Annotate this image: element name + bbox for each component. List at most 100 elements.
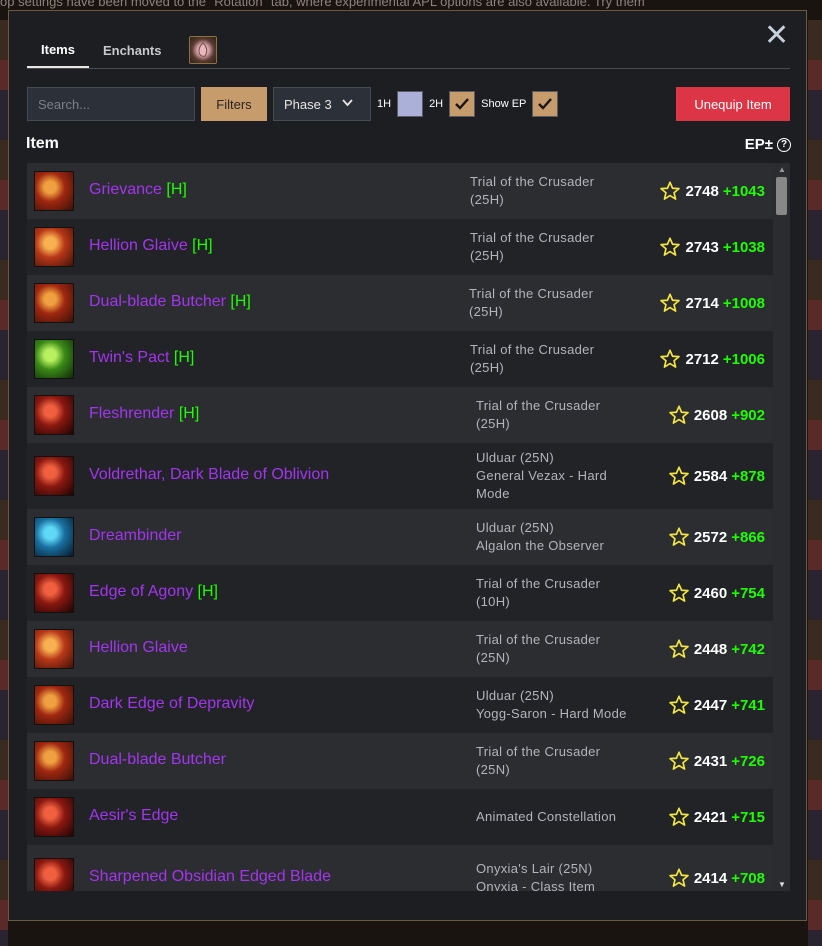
favorite-star-icon[interactable] (668, 404, 690, 426)
item-name-link[interactable]: Edge of Agony [H] (89, 583, 218, 601)
item-ep-delta: +742 (731, 640, 765, 658)
item-row[interactable]: Dual-blade Butcher Trial of the Crusader (… (27, 733, 773, 789)
phase-select-value: Phase 3 (284, 96, 332, 112)
blade-icon (34, 339, 74, 379)
item-ep-value: 2448 (693, 640, 728, 658)
show-ep-checkbox[interactable] (532, 91, 559, 117)
item-source-line: (25N) (476, 650, 511, 665)
item-name-link[interactable]: Dark Edge of Depravity (89, 695, 254, 713)
item-name-link[interactable]: Twin's Pact [H] (89, 349, 194, 367)
item-name-link[interactable]: Dual-blade Butcher [H] (89, 293, 251, 311)
item-ep: 2748 +1043 (659, 180, 765, 202)
item-row[interactable]: Twin's Pact [H] Trial of the Crusader (25H… (27, 331, 773, 387)
ep-header-label: EP± (744, 136, 773, 153)
item-source-line: Trial of the Crusader (476, 576, 601, 591)
item-ep: 2447 +741 (668, 694, 765, 716)
ep-column-header[interactable]: EP± ? (745, 136, 791, 153)
item-row[interactable]: Grievance [H] Trial of the Crusader (25H) 2… (27, 163, 773, 219)
item-source-line: Onyxia - Class Item (476, 879, 596, 891)
item-source-line: Trial of the Crusader (476, 744, 601, 759)
background-right-strip (808, 20, 822, 946)
item-row[interactable]: Hellion Glaive Trial of the Crusader (25N)… (27, 621, 773, 677)
favorite-star-icon[interactable] (659, 292, 681, 314)
item-source: Ulduar (25N) General Vezax - Hard Mode (476, 449, 607, 503)
one-hand-label: 1H (377, 98, 392, 110)
favorite-star-icon[interactable] (668, 526, 690, 548)
axe-icon (34, 171, 74, 211)
polearm-icon (34, 629, 74, 669)
item-name-link[interactable]: Aesir's Edge (89, 807, 178, 825)
sword-icon (34, 456, 74, 496)
favorite-star-icon[interactable] (668, 867, 690, 889)
item-ep-value: 2431 (693, 752, 728, 770)
unequip-item-button[interactable]: Unequip Item (676, 87, 790, 121)
item-source: Animated Constellation (476, 808, 616, 826)
item-ep-value: 2421 (693, 808, 728, 826)
item-name-link[interactable]: Grievance [H] (89, 181, 187, 199)
item-name-link[interactable]: Hellion Glaive (89, 639, 188, 657)
polearm-icon (34, 227, 74, 267)
item-ep: 2421 +715 (668, 806, 765, 828)
item-name: Fleshrender (89, 405, 175, 422)
item-ep-delta: +1043 (722, 182, 765, 200)
item-name-link[interactable]: Hellion Glaive [H] (89, 237, 213, 255)
favorite-star-icon[interactable] (659, 180, 681, 202)
item-name-link[interactable]: Fleshrender [H] (89, 405, 199, 423)
item-ep: 2448 +742 (668, 638, 765, 660)
item-row[interactable]: Sharpened Obsidian Edged Blade Onyxia's L… (27, 845, 773, 891)
favorite-star-icon[interactable] (668, 806, 690, 828)
item-ep-delta: +708 (731, 869, 765, 887)
tab-enchants[interactable]: Enchants (89, 33, 176, 68)
item-ep-delta: +1008 (722, 294, 765, 312)
favorite-star-icon[interactable] (659, 348, 681, 370)
close-icon[interactable]: ✕ (764, 21, 789, 51)
item-row[interactable]: Dark Edge of Depravity Ulduar (25N) Yogg-S… (27, 677, 773, 733)
scrollbar-thumb[interactable] (776, 177, 787, 215)
tab-bar: Items Enchants (27, 33, 790, 69)
list-scrollbar[interactable]: ▲ ▼ (773, 163, 790, 891)
scroll-down-icon[interactable]: ▼ (778, 880, 786, 889)
item-row[interactable]: Dreambinder Ulduar (25N) Algalon the Obser… (27, 509, 773, 565)
one-hand-checkbox[interactable] (397, 91, 424, 117)
list-header: Item EP± ? (26, 135, 791, 157)
item-source-line: Trial of the Crusader (476, 632, 601, 647)
search-input[interactable] (27, 87, 195, 121)
item-row[interactable]: Voldrethar, Dark Blade of Oblivion Ulduar… (27, 443, 773, 509)
phase-select[interactable]: Phase 3 (273, 87, 371, 121)
item-name-link[interactable]: Voldrethar, Dark Blade of Oblivion (89, 466, 329, 484)
item-row[interactable]: Hellion Glaive [H] Trial of the Crusader (… (27, 219, 773, 275)
sword-icon (34, 573, 74, 613)
item-ep-value: 2584 (693, 467, 728, 485)
favorite-star-icon[interactable] (668, 638, 690, 660)
favorite-star-icon[interactable] (668, 582, 690, 604)
tab-items[interactable]: Items (27, 33, 89, 68)
favorite-star-icon[interactable] (659, 236, 681, 258)
item-row[interactable]: Fleshrender [H] Trial of the Crusader (25H… (27, 387, 773, 443)
gem-icon[interactable] (189, 36, 218, 64)
item-name-link[interactable]: Dreambinder (89, 527, 181, 545)
checkmark-icon (538, 98, 553, 110)
favorite-star-icon[interactable] (668, 465, 690, 487)
item-ep-value: 2712 (685, 350, 719, 368)
heroic-tag: [H] (166, 181, 187, 198)
two-hand-label: 2H (429, 98, 444, 110)
item-row[interactable]: Dual-blade Butcher [H] Trial of the Crusa… (27, 275, 773, 331)
favorite-star-icon[interactable] (668, 750, 690, 772)
filters-button[interactable]: Filters (201, 87, 267, 121)
item-row[interactable]: Edge of Agony [H] Trial of the Crusader (1… (27, 565, 773, 621)
item-ep: 2743 +1038 (659, 236, 765, 258)
item-ep-delta: +878 (731, 467, 765, 485)
favorite-star-icon[interactable] (668, 694, 690, 716)
scroll-up-icon[interactable]: ▲ (778, 165, 786, 174)
item-name: Hellion Glaive (89, 237, 188, 254)
help-icon[interactable]: ? (777, 137, 791, 152)
item-ep-delta: +866 (731, 528, 765, 546)
item-name: Twin's Pact (89, 349, 170, 366)
toolbar: Filters Phase 3 1H 2H Show EP Unequip It… (27, 87, 790, 121)
item-name-link[interactable]: Dual-blade Butcher (89, 751, 226, 769)
item-source-line: Trial of the Crusader (469, 286, 594, 301)
item-ep: 2460 +754 (668, 582, 765, 604)
two-hand-checkbox[interactable] (449, 91, 476, 117)
item-row[interactable]: Aesir's Edge Animated Constellation 2421 +7… (27, 789, 773, 845)
item-name-link[interactable]: Sharpened Obsidian Edged Blade (89, 868, 331, 886)
